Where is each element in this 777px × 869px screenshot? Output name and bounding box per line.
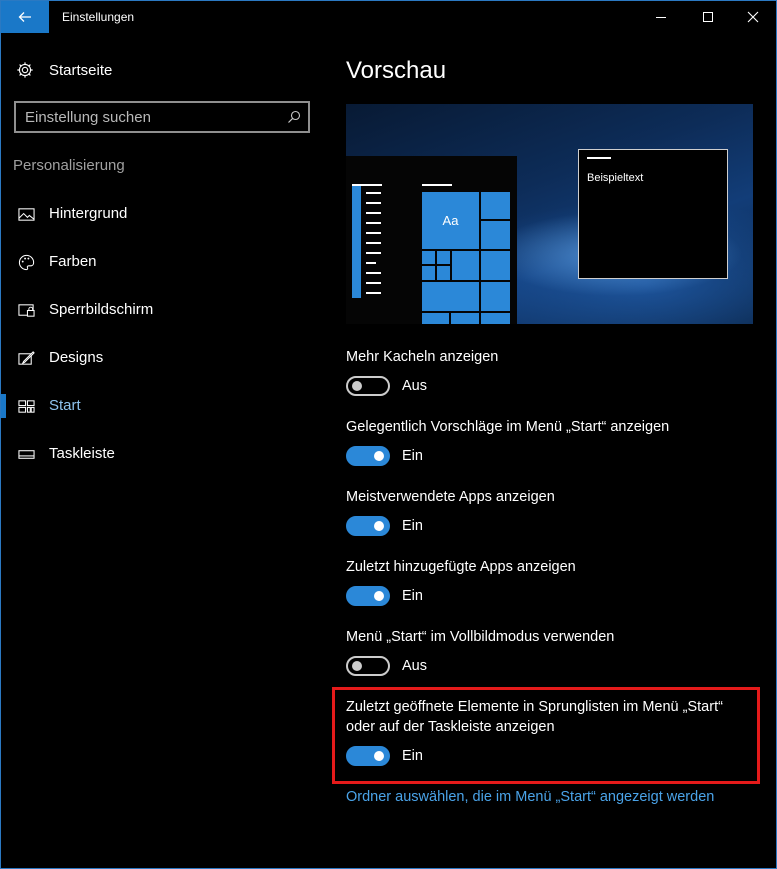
setting-vorschlaege: Gelegentlich Vorschläge im Menü „Start“ … xyxy=(346,417,746,466)
sidebar-item-label: Designs xyxy=(49,349,104,366)
back-button[interactable] xyxy=(1,1,49,33)
toggle-switch[interactable] xyxy=(346,656,390,676)
sidebar-item-designs[interactable]: Designs xyxy=(1,340,321,376)
toggle-switch[interactable] xyxy=(346,746,390,766)
setting-label: Gelegentlich Vorschläge im Menü „Start“ … xyxy=(346,419,670,435)
setting-sprunglisten: Zuletzt geöffnete Elemente in Sprunglist… xyxy=(346,697,741,766)
sidebar-item-farben[interactable]: Farben xyxy=(1,244,321,280)
search-input[interactable] xyxy=(25,108,275,126)
title-bar: Einstellungen xyxy=(1,1,776,33)
selection-indicator xyxy=(1,394,6,418)
toggle-state: Aus xyxy=(402,378,427,394)
setting-zuletzt-hinzugefuegte-apps: Zuletzt hinzugefügte Apps anzeigen Ein xyxy=(346,557,746,606)
toggle-state: Ein xyxy=(402,588,423,604)
maximize-button[interactable] xyxy=(685,1,731,33)
designs-icon xyxy=(17,349,35,367)
sidebar-item-label: Hintergrund xyxy=(49,205,128,222)
toggle-switch[interactable] xyxy=(346,516,390,536)
setting-label: Zuletzt hinzugefügte Apps anzeigen xyxy=(346,559,576,575)
setting-label: Mehr Kacheln anzeigen xyxy=(346,349,499,365)
picture-icon xyxy=(17,205,35,223)
sidebar-item-start[interactable]: Start xyxy=(1,388,321,424)
close-button[interactable] xyxy=(730,1,776,33)
minimize-icon xyxy=(656,17,666,18)
preview-window: Beispieltext xyxy=(578,149,728,279)
setting-label: Menü „Start“ im Vollbildmodus verwenden xyxy=(346,629,615,645)
start-icon xyxy=(17,397,35,415)
setting-vollbildmodus: Menü „Start“ im Vollbildmodus verwenden … xyxy=(346,627,746,676)
page-title: Vorschau xyxy=(346,57,447,84)
toggle-state: Ein xyxy=(402,748,423,764)
toggle-state: Aus xyxy=(402,658,427,674)
search-box[interactable] xyxy=(14,101,310,133)
close-icon xyxy=(747,11,759,23)
toggle-switch[interactable] xyxy=(346,586,390,606)
sidebar-item-label: Sperrbildschirm xyxy=(49,301,154,318)
toggle-state: Ein xyxy=(402,448,423,464)
setting-meistverwendete-apps: Meistverwendete Apps anzeigen Ein xyxy=(346,487,746,536)
settings-window: Einstellungen Startseite Personalisierun… xyxy=(0,0,777,869)
toggle-switch[interactable] xyxy=(346,376,390,396)
preview-window-text: Beispieltext xyxy=(587,172,644,184)
home-label: Startseite xyxy=(49,61,113,79)
sidebar-item-taskleiste[interactable]: Taskleiste xyxy=(1,436,321,472)
sidebar-item-hintergrund[interactable]: Hintergrund xyxy=(1,196,321,232)
maximize-icon xyxy=(703,12,713,22)
toggle-state: Ein xyxy=(402,518,423,534)
start-preview: Aa Beispieltext xyxy=(346,104,753,324)
sidebar-item-label: Start xyxy=(49,397,81,414)
preview-start-menu: Aa xyxy=(346,156,517,324)
palette-icon xyxy=(17,253,35,271)
lock-screen-icon xyxy=(17,301,35,319)
setting-label: Zuletzt geöffnete Elemente in Sprunglist… xyxy=(346,699,723,735)
setting-label: Meistverwendete Apps anzeigen xyxy=(346,489,555,505)
section-label: Personalisierung xyxy=(13,157,125,174)
minimize-button[interactable] xyxy=(638,1,684,33)
sidebar-item-label: Farben xyxy=(49,253,97,270)
taskbar-icon xyxy=(17,445,35,463)
preview-tile-large: Aa xyxy=(422,192,479,249)
sidebar-item-sperrbildschirm[interactable]: Sperrbildschirm xyxy=(1,292,321,328)
gear-icon xyxy=(15,60,35,80)
preview-app-list-accent xyxy=(352,186,361,298)
choose-folders-link[interactable]: Ordner auswählen, die im Menü „Start“ an… xyxy=(346,789,714,805)
setting-mehr-kacheln: Mehr Kacheln anzeigen Aus xyxy=(346,347,746,396)
home-nav-item[interactable]: Startseite xyxy=(15,59,112,81)
window-title: Einstellungen xyxy=(62,10,135,24)
back-arrow-icon xyxy=(18,12,31,22)
search-icon[interactable] xyxy=(287,110,301,124)
sidebar-item-label: Taskleiste xyxy=(49,445,115,462)
toggle-switch[interactable] xyxy=(346,446,390,466)
